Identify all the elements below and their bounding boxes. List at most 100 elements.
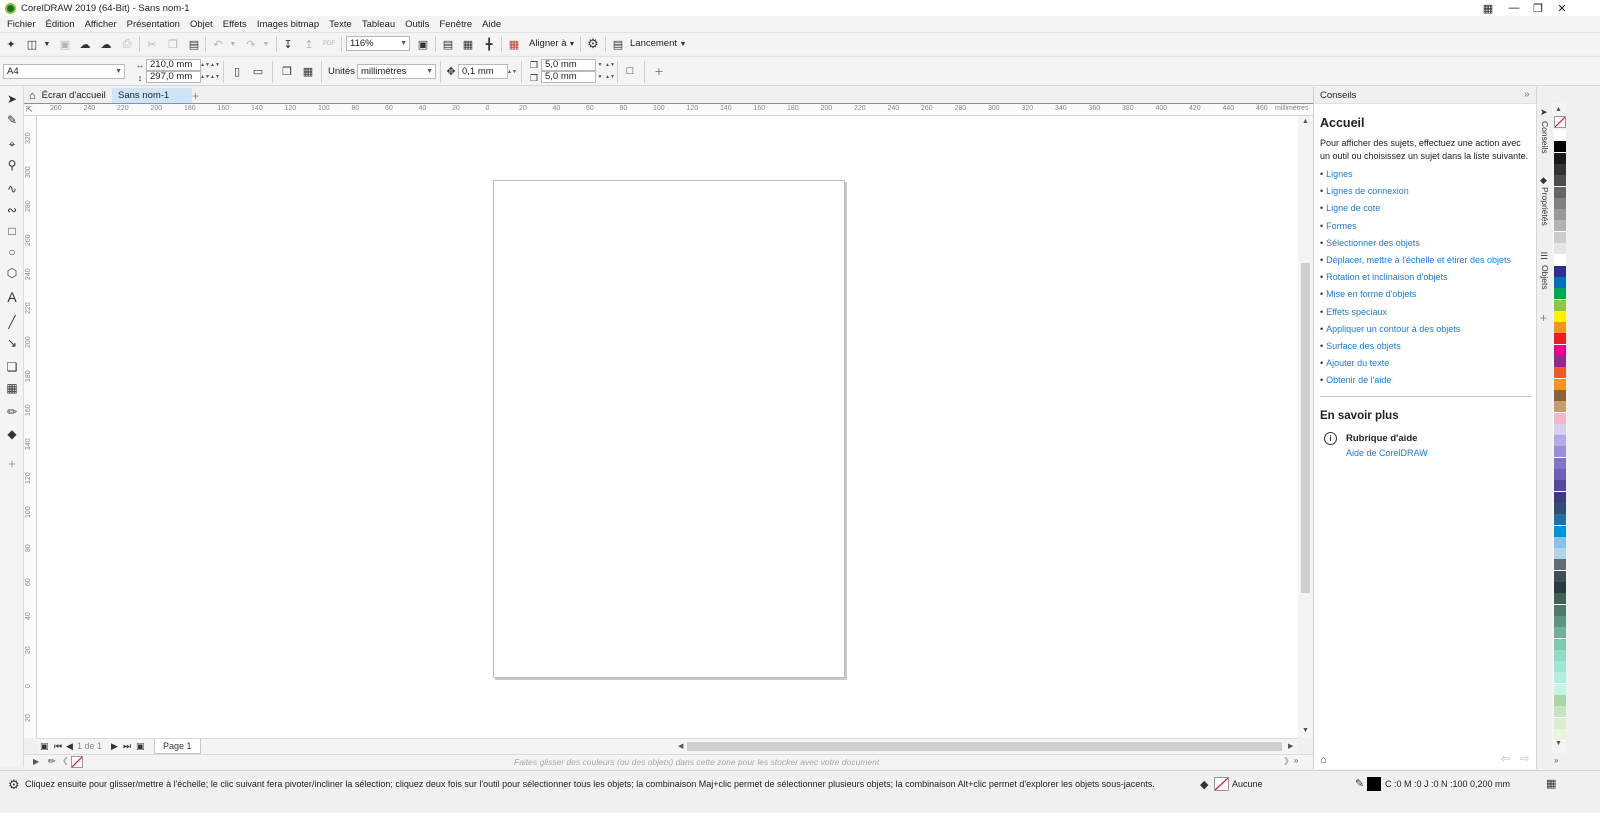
first-page-icon[interactable]: ⏮ — [54, 741, 62, 752]
treat-as-filled-icon[interactable]: □ — [623, 64, 637, 78]
fill-bucket-icon[interactable]: ◆ — [1200, 778, 1208, 791]
menu-texte[interactable]: Texte — [324, 19, 357, 30]
color-swatch[interactable] — [1554, 130, 1566, 142]
duplicate-x-dropdown[interactable]: ▼ — [596, 59, 604, 71]
color-swatch[interactable] — [1554, 209, 1566, 222]
new-tab-icon[interactable]: + — [187, 88, 204, 103]
save-icon[interactable]: ▣ — [58, 37, 72, 51]
pick-tool-icon[interactable]: ➤ — [3, 90, 21, 108]
width-lock[interactable]: ▲▼ — [210, 59, 220, 71]
hint-link[interactable]: • Ligne de cote — [1320, 203, 1380, 213]
prev-page-icon[interactable]: ◀ — [66, 741, 73, 752]
polygon-tool-icon[interactable]: ⬡ — [3, 264, 21, 282]
menu-images-bitmap[interactable]: Images bitmap — [252, 19, 324, 30]
color-swatch[interactable] — [1554, 401, 1566, 414]
add-page-after-icon[interactable]: ▣ — [136, 741, 145, 752]
launch-icon[interactable]: ▤ — [611, 37, 625, 51]
undo-icon[interactable]: ↶ — [211, 37, 225, 51]
drawing-canvas[interactable] — [37, 116, 1298, 738]
color-swatch[interactable] — [1554, 469, 1566, 481]
rectangle-tool-icon[interactable]: □ — [3, 222, 21, 240]
paste-icon[interactable]: ▤ — [187, 37, 201, 51]
rulers-icon[interactable]: ▤ — [441, 37, 455, 51]
transparency-icon[interactable]: ▦ — [3, 379, 21, 397]
color-swatch[interactable] — [1554, 367, 1566, 380]
all-pages-icon[interactable]: ❐ — [280, 64, 294, 78]
text-tool-icon[interactable]: A — [3, 288, 21, 306]
crop-tool-icon[interactable]: ⌖ — [3, 135, 21, 153]
color-swatch[interactable] — [1554, 582, 1566, 594]
docker-forward-icon[interactable]: ⇨ — [1520, 752, 1529, 765]
color-swatch[interactable] — [1554, 333, 1566, 346]
guidelines-icon[interactable]: ╋ — [482, 37, 496, 51]
freehand-tool-icon[interactable]: ∿ — [3, 180, 21, 198]
redo-icon[interactable]: ↷ — [244, 37, 258, 51]
add-docker-icon[interactable]: + — [1540, 311, 1547, 325]
tab-document[interactable]: Sans nom-1 — [112, 88, 192, 103]
color-swatch[interactable] — [1554, 254, 1566, 267]
menu-fenetre[interactable]: Fenêtre — [434, 19, 477, 30]
menu-aide[interactable]: Aide — [477, 19, 506, 30]
nudge-distance-field[interactable]: 0,1 mm — [458, 64, 508, 79]
color-swatch[interactable] — [1554, 220, 1566, 233]
cloud-icon[interactable]: ☁ — [78, 37, 92, 51]
page-height-field[interactable]: 297,0 mm — [146, 71, 201, 83]
hint-link[interactable]: • Sélectionner des objets — [1320, 238, 1420, 248]
docker-home-icon[interactable]: ⌂ — [1320, 754, 1327, 766]
color-swatch[interactable] — [1554, 141, 1566, 154]
color-swatch[interactable] — [1554, 480, 1566, 493]
landscape-icon[interactable]: ▭ — [251, 64, 265, 78]
vertical-scroll-thumb[interactable] — [1301, 263, 1310, 593]
pdf-icon[interactable]: PDF — [322, 37, 336, 51]
color-swatch[interactable] — [1554, 243, 1566, 255]
hint-link[interactable]: • Déplacer, mettre à l'échelle et étirer … — [1320, 255, 1511, 265]
import-icon[interactable]: ↧ — [281, 37, 295, 51]
color-swatch[interactable] — [1554, 604, 1566, 617]
color-swatch[interactable] — [1554, 446, 1566, 459]
interactive-fill-icon[interactable]: ◆ — [3, 425, 21, 443]
hint-link[interactable]: • Effets spéciaux — [1320, 307, 1387, 317]
palette-no-color-swatch[interactable] — [1554, 116, 1566, 128]
duplicate-y-dropdown[interactable]: ▼ — [596, 71, 604, 83]
color-swatch[interactable] — [1554, 412, 1566, 425]
duplicate-x-field[interactable]: 5,0 mm — [541, 59, 596, 71]
export-icon[interactable]: ↥ — [302, 37, 316, 51]
color-swatch[interactable] — [1554, 717, 1566, 730]
side-tab-proprietes[interactable]: Propriétés — [1540, 187, 1550, 226]
outline-pen-icon[interactable]: ✎ — [1355, 777, 1364, 790]
palette-flyout-icon[interactable]: » — [1554, 756, 1558, 765]
page-a4[interactable] — [493, 180, 845, 678]
color-swatch[interactable] — [1554, 186, 1566, 199]
units-select[interactable]: millimètres ▼ — [357, 64, 436, 79]
hint-link[interactable]: • Lignes de connexion — [1320, 186, 1409, 196]
width-spinner[interactable]: ▲▼ — [200, 59, 210, 71]
open-folder-icon[interactable]: ◫ — [25, 37, 39, 51]
redo-dropdown-icon[interactable]: ▼ — [259, 37, 273, 51]
cloud-upload-icon[interactable]: ☁ — [99, 37, 113, 51]
palette-options-icon[interactable]: » — [1294, 756, 1298, 765]
hint-link[interactable]: • Obtenir de l'aide — [1320, 375, 1391, 385]
page-width-field[interactable]: 210,0 mm — [146, 59, 201, 71]
menu-afficher[interactable]: Afficher — [80, 19, 122, 30]
hint-link[interactable]: • Formes — [1320, 221, 1357, 231]
scroll-up-icon[interactable]: ▲ — [1302, 118, 1309, 125]
menu-objet[interactable]: Objet — [185, 19, 218, 30]
scroll-left-icon[interactable]: ◀ — [678, 742, 683, 750]
connector-tool-icon[interactable]: ↘ — [3, 334, 21, 352]
align-dropdown-icon[interactable]: ▼ — [565, 37, 579, 51]
ellipse-tool-icon[interactable]: ○ — [3, 243, 21, 261]
color-swatch[interactable] — [1554, 695, 1566, 707]
color-swatch[interactable] — [1554, 288, 1566, 301]
horizontal-scroll-thumb[interactable] — [687, 742, 1282, 751]
zoom-tool-icon[interactable]: ⚲ — [3, 156, 21, 174]
hint-link[interactable]: • Surface des objets — [1320, 341, 1401, 351]
color-management-icon[interactable]: ▦ — [1546, 777, 1556, 790]
duplicate-y-field[interactable]: 5,0 mm — [541, 71, 596, 83]
drop-shadow-icon[interactable]: ❏ — [3, 358, 21, 376]
vertical-scrollbar[interactable]: ▲ ▼ — [1298, 116, 1313, 738]
page-size-select[interactable]: A4 ▼ — [3, 64, 125, 79]
color-swatch[interactable] — [1554, 322, 1566, 335]
no-color-swatch[interactable] — [71, 756, 83, 768]
color-swatch[interactable] — [1554, 593, 1566, 606]
color-swatch[interactable] — [1554, 310, 1566, 323]
